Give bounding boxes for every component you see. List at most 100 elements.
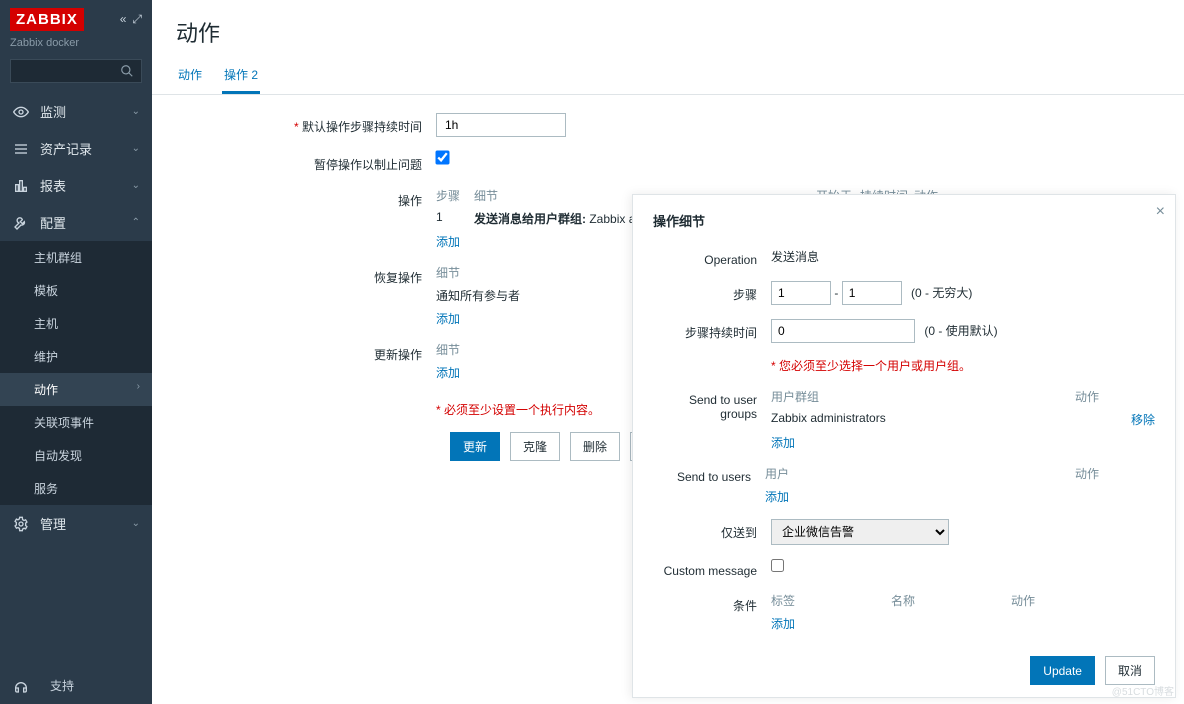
col-step: 步骤	[436, 187, 472, 204]
modal-title: 操作细节	[653, 211, 1155, 230]
update-button[interactable]: 更新	[450, 432, 500, 461]
ops-label: 操作	[176, 187, 436, 209]
steps-label: 步骤	[653, 281, 771, 303]
add-group-link[interactable]: 添加	[771, 434, 1155, 451]
nav-label: 监测	[40, 102, 66, 121]
server-name: Zabbix docker	[0, 35, 152, 59]
custom-msg-checkbox[interactable]	[771, 559, 784, 572]
chevron-down-icon: ⌄	[132, 106, 140, 117]
sidebar-item-correlation[interactable]: 关联项事件	[0, 406, 152, 439]
update-head: 细节	[436, 341, 600, 358]
col-action2: 动作	[1075, 465, 1155, 482]
row-pause: 暂停操作以制止问题	[176, 151, 1160, 173]
nav-label: 配置	[40, 213, 66, 232]
chevron-down-icon: ⌄	[132, 180, 140, 191]
sendto-select[interactable]: 企业微信告警	[771, 519, 949, 545]
chevron-down-icon: ⌄	[132, 518, 140, 529]
chevron-right-icon: ›	[137, 381, 140, 392]
warn-text: 必须至少设置一个执行内容。	[436, 401, 600, 418]
watermark: @51CTO博客	[1112, 683, 1174, 698]
m-row-steps: 步骤 - (0 - 无穷大)	[653, 281, 1155, 305]
chart-icon	[12, 178, 30, 194]
add-update-link[interactable]: 添加	[436, 364, 600, 381]
m-row-send-groups: Send to user groups 用户群组 动作 Zabbix admin…	[653, 388, 1155, 451]
sidebar-bottom[interactable]: 支持	[0, 667, 152, 704]
m-row-duration: 步骤持续时间 (0 - 使用默认)	[653, 319, 1155, 343]
operation-detail-modal: × 操作细节 Operation 发送消息 步骤 - (0 - 无穷大) 步骤持…	[632, 194, 1176, 698]
nav-label: 资产记录	[40, 139, 92, 158]
sidebar-item-discovery[interactable]: 自动发现	[0, 439, 152, 472]
sidebar-item-actions[interactable]: 动作›	[0, 373, 152, 406]
required-hint: 您必须至少选择一个用户或用户组。	[779, 359, 971, 373]
step-from-input[interactable]	[771, 281, 831, 305]
add-recovery-link[interactable]: 添加	[436, 310, 520, 327]
nav-label: 管理	[40, 514, 66, 533]
step-to-input[interactable]	[842, 281, 902, 305]
expand-icon[interactable]: ⤢	[132, 12, 142, 27]
delete-button[interactable]: 删除	[570, 432, 620, 461]
nav-inventory[interactable]: 资产记录 ⌄	[0, 130, 152, 167]
nav-config[interactable]: 配置 ⌃	[0, 204, 152, 241]
sendto-label: 仅送到	[653, 519, 771, 541]
row-default-step: 默认操作步骤持续时间	[176, 113, 1160, 137]
recovery-text: 通知所有参与者	[436, 287, 520, 304]
nav-monitor[interactable]: 监测 ⌄	[0, 93, 152, 130]
support-label: 支持	[50, 677, 74, 694]
tab-action[interactable]: 动作	[176, 58, 204, 94]
modal-cancel-button[interactable]: 取消	[1105, 656, 1155, 685]
col-user: 用户	[765, 465, 1025, 482]
sidebar-item-hostgroups[interactable]: 主机群组	[0, 241, 152, 274]
search-icon[interactable]	[120, 64, 134, 78]
default-step-input[interactable]	[436, 113, 566, 137]
operation-value: 发送消息	[771, 248, 1155, 265]
nav-reports[interactable]: 报表 ⌄	[0, 167, 152, 204]
pause-label: 暂停操作以制止问题	[176, 151, 436, 173]
close-icon[interactable]: ×	[1156, 203, 1165, 221]
m-row-conditions: 条件 标签 名称 动作 添加	[653, 592, 1155, 632]
sidebar-item-maintenance[interactable]: 维护	[0, 340, 152, 373]
nav-admin[interactable]: 管理 ⌄	[0, 505, 152, 542]
default-step-label: 默认操作步骤持续时间	[176, 113, 436, 135]
cond-col-tag: 标签	[771, 592, 891, 609]
cond-label: 条件	[653, 592, 771, 614]
chevron-up-icon: ⌃	[132, 217, 140, 228]
m-row-custom-msg: Custom message	[653, 559, 1155, 578]
wrench-icon	[12, 215, 30, 231]
send-users-label: Send to users	[653, 465, 765, 484]
duration-input[interactable]	[771, 319, 915, 343]
add-user-link[interactable]: 添加	[765, 488, 1155, 505]
eye-icon	[12, 104, 30, 120]
logo: ZABBIX	[10, 8, 84, 31]
m-row-required: * 您必须至少选择一个用户或用户组。	[653, 357, 1155, 374]
send-groups-label: Send to user groups	[653, 388, 771, 421]
tab-ops[interactable]: 操作 2	[222, 58, 260, 94]
modal-update-button[interactable]: Update	[1030, 656, 1095, 685]
col-group: 用户群组	[771, 388, 1031, 405]
m-row-send-users: Send to users 用户 动作 添加	[653, 465, 1155, 505]
recovery-head: 细节	[436, 264, 520, 281]
tabs: 动作 操作 2	[152, 58, 1184, 95]
recovery-label: 恢复操作	[176, 264, 436, 286]
search-row	[0, 59, 152, 93]
m-row-sendto: 仅送到 企业微信告警	[653, 519, 1155, 545]
config-subnav: 主机群组 模板 主机 维护 动作› 关联项事件 自动发现 服务	[0, 241, 152, 505]
chevron-down-icon: ⌄	[132, 143, 140, 154]
collapse-icon[interactable]: «	[120, 12, 127, 27]
remove-group-link[interactable]: 移除	[1131, 411, 1155, 428]
step-hint: (0 - 无穷大)	[911, 286, 972, 300]
add-condition-link[interactable]: 添加	[771, 615, 1155, 632]
page-title: 动作	[152, 0, 1184, 58]
pause-checkbox[interactable]	[435, 150, 449, 164]
clone-button[interactable]: 克隆	[510, 432, 560, 461]
m-row-operation: Operation 发送消息	[653, 248, 1155, 267]
modal-footer: Update 取消	[1030, 656, 1155, 685]
sidebar-item-hosts[interactable]: 主机	[0, 307, 152, 340]
custom-msg-label: Custom message	[653, 559, 771, 578]
operation-label: Operation	[653, 248, 771, 267]
sidebar-item-templates[interactable]: 模板	[0, 274, 152, 307]
logo-row: ZABBIX « ⤢	[0, 0, 152, 35]
col-action: 动作	[1075, 388, 1155, 405]
group-row-value: Zabbix administrators	[771, 411, 1031, 428]
duration-label: 步骤持续时间	[653, 319, 771, 341]
sidebar-item-services[interactable]: 服务	[0, 472, 152, 505]
